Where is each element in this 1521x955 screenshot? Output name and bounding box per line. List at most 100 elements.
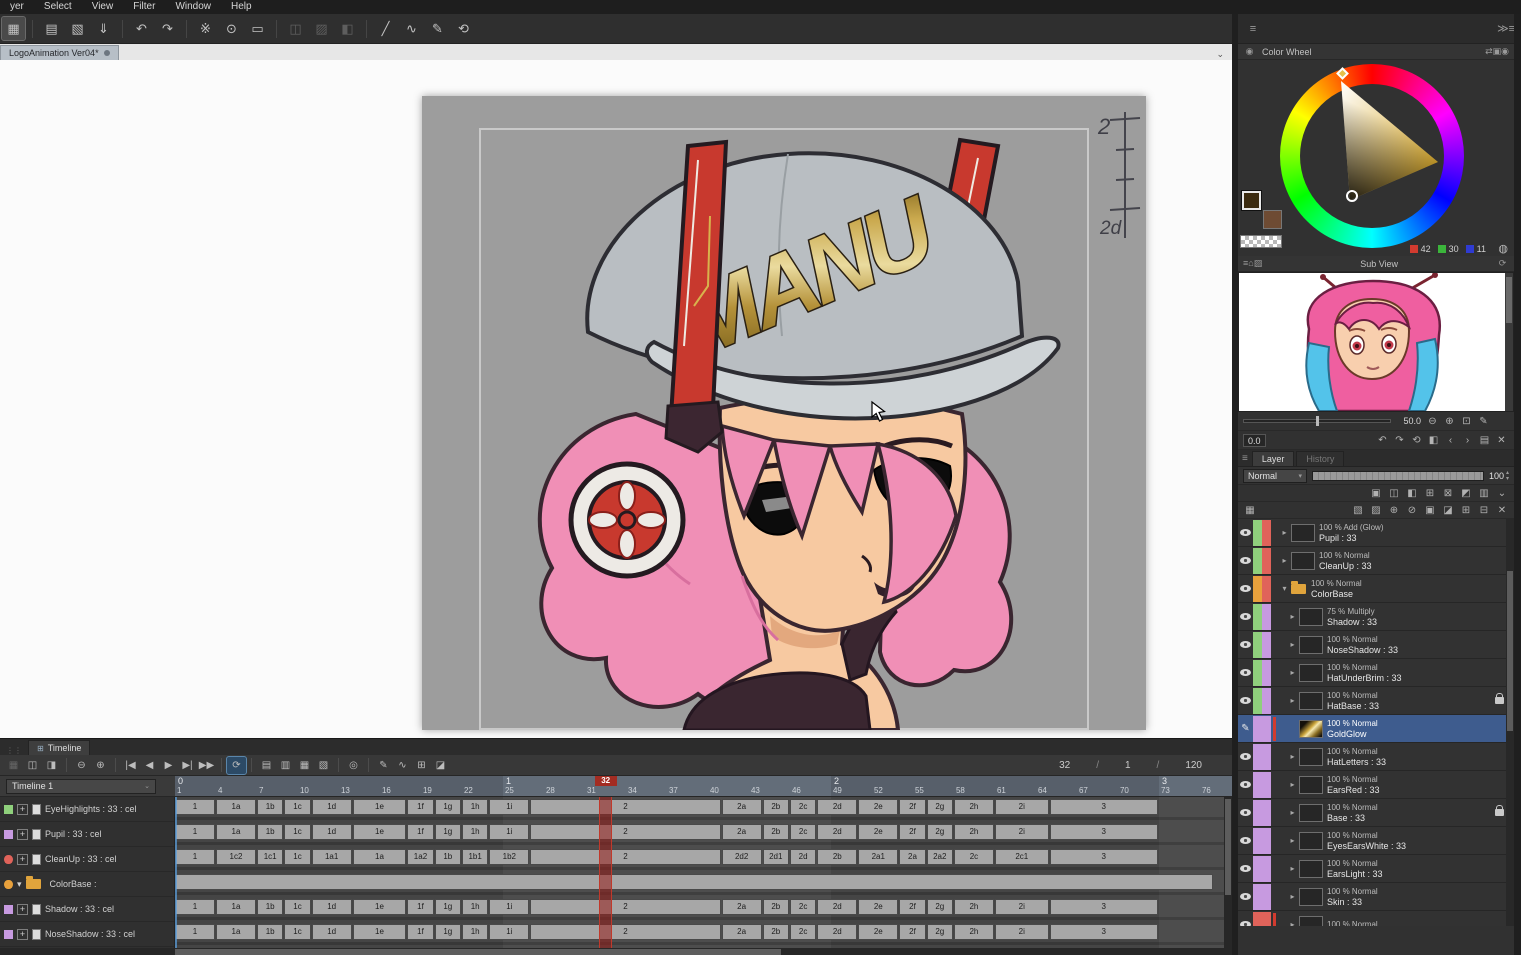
layer-row[interactable]: ▸ 100 % Normal EarsRed : 33 <box>1238 771 1514 799</box>
layer-visibility-eye-icon[interactable] <box>1238 557 1253 564</box>
track-expand-icon[interactable]: + <box>17 903 28 915</box>
timeline-cel[interactable]: 2d <box>817 899 858 915</box>
layer-tag-green[interactable] <box>1253 659 1262 686</box>
timeline-cel[interactable]: 2c <box>789 924 817 940</box>
two-pane-icon[interactable]: ⌄ <box>1494 486 1510 500</box>
timeline-cel[interactable]: 3 <box>1049 924 1158 940</box>
start-frame-value[interactable]: 1 <box>1125 760 1131 771</box>
timeline-ruler[interactable]: 0 1 2 3 1 4 7 10 13 16 19 22 25 28 31 34 37 40 43 46 49 52 55 5… <box>175 776 1232 797</box>
pattern-icon[interactable]: ▨ <box>1254 258 1263 268</box>
clip-to-layer-icon[interactable]: ▣ <box>1368 486 1384 500</box>
timeline-cel[interactable]: 1h <box>461 899 489 915</box>
undo-icon[interactable]: ↶ <box>130 17 153 40</box>
apply-mask-icon[interactable]: ⊞ <box>1458 503 1474 517</box>
tool-select-grid-icon[interactable]: ▦ <box>1 16 26 41</box>
layer-tag-purple[interactable] <box>1262 799 1271 826</box>
layer-expand-icon[interactable]: ▸ <box>1286 892 1299 901</box>
fill-icon[interactable]: ⊙ <box>220 17 243 40</box>
transparent-color-swatch[interactable] <box>1240 235 1282 248</box>
layer-tag-purple[interactable] <box>1262 687 1271 714</box>
layer-expand-icon[interactable]: ▸ <box>1286 864 1299 873</box>
go-to-start-icon[interactable]: |◀ <box>121 757 140 774</box>
curve-tool-icon[interactable]: ∿ <box>400 17 423 40</box>
timeline-cel[interactable]: 2c <box>953 849 994 865</box>
zoom-out-icon[interactable]: ⊖ <box>1425 414 1440 428</box>
zoom-slider[interactable] <box>1243 416 1391 426</box>
track-cells-row[interactable]: 11a1b1c1d1e1f1g1h1i22a2b2c2d2e2f2g2h2i3 <box>175 897 1232 922</box>
timeline-cel[interactable]: 1h <box>461 824 489 840</box>
layer-row[interactable]: ▸ 100 % Normal HatBase : 33 <box>1238 687 1514 715</box>
timeline-cel[interactable]: 2a <box>721 924 762 940</box>
rotate-left-icon[interactable]: ↶ <box>1375 433 1390 447</box>
layer-thumbnail[interactable] <box>1299 635 1323 654</box>
layer-thumbnail[interactable] <box>1299 915 1323 926</box>
timeline-cel[interactable]: 1b <box>256 899 284 915</box>
layer-panel-menu-icon[interactable]: ≡ <box>1242 453 1248 464</box>
timeline-cel[interactable]: 2b <box>817 849 858 865</box>
timeline-cel[interactable]: 1h <box>461 924 489 940</box>
timeline-zoom-out-icon[interactable]: ⊖ <box>72 757 91 774</box>
pen-tool-icon[interactable]: ✎ <box>426 17 449 40</box>
timeline-cel[interactable]: 2b <box>762 924 789 940</box>
layer-tag-purple[interactable] <box>1262 603 1271 630</box>
track-collapse-icon[interactable]: ▾ <box>17 879 22 890</box>
timeline-cel[interactable]: 2a1 <box>858 849 899 865</box>
layer-tag-purple[interactable] <box>1253 743 1262 770</box>
timeline-cel[interactable]: 1f <box>407 824 434 840</box>
menu-item-view[interactable]: View <box>82 0 124 14</box>
timeline-vertical-scrollbar[interactable] <box>1224 797 1232 948</box>
timeline-cel[interactable]: 1e <box>352 924 407 940</box>
track-expand-icon[interactable]: + <box>17 928 28 940</box>
timeline-cel[interactable]: 1i <box>489 899 530 915</box>
timeline-cel[interactable]: 1 <box>175 899 215 915</box>
timeline-cel[interactable]: 1 <box>175 924 215 940</box>
layer-tag-purple[interactable] <box>1262 883 1271 910</box>
timeline-cel[interactable]: 2 <box>530 899 721 915</box>
crop-frame-icon[interactable]: ▭ <box>246 17 269 40</box>
track-cells-row[interactable]: 11a1b1c1d1e1f1g1h1i22a2b2c2d2e2f2g2h2i3 <box>175 822 1232 847</box>
play-icon[interactable]: ▶ <box>159 757 178 774</box>
open-file-icon[interactable]: ▧ <box>66 17 89 40</box>
track-cells-row[interactable]: 11a1b1c1d1e1f1g1h1i22a2b2c2d2e2f2g2h2i3 <box>175 797 1232 822</box>
timeline-cel[interactable]: 1c1 <box>256 849 284 865</box>
layer-row[interactable]: ▾ 100 % Normal ColorBase <box>1238 575 1514 603</box>
track-name-colorbase[interactable]: ▾ ColorBase : <box>0 872 174 897</box>
expand-panel-icon[interactable]: ▣ <box>1493 46 1502 56</box>
layer-tag-purple[interactable] <box>1262 715 1271 742</box>
timeline-cel[interactable]: 1g <box>434 924 461 940</box>
delete-layer-icon[interactable]: ✕ <box>1494 503 1510 517</box>
timeline-cel[interactable]: 2i <box>994 924 1049 940</box>
track-cells-row[interactable] <box>175 872 1232 897</box>
fit-view-icon[interactable]: ⊡ <box>1459 414 1474 428</box>
layer-thumbnail[interactable] <box>1299 887 1323 906</box>
layer-tag-red[interactable] <box>1253 911 1262 926</box>
layer-tag-purple[interactable] <box>1253 855 1262 882</box>
track-expand-icon[interactable]: + <box>17 803 28 815</box>
layer-tag-purple[interactable] <box>1262 855 1271 882</box>
edit-pencil-icon[interactable]: ✎ <box>1238 723 1253 734</box>
snap-grid-icon[interactable]: ◧ <box>336 17 359 40</box>
ruler-range-icon[interactable]: ⊠ <box>1440 486 1456 500</box>
end-frame-value[interactable]: 120 <box>1185 760 1202 771</box>
layer-thumbnail[interactable] <box>1299 747 1323 766</box>
delete-view-icon[interactable]: ✕ <box>1494 433 1509 447</box>
timeline-cel[interactable]: 1a1 <box>311 849 352 865</box>
layer-visibility-eye-icon[interactable] <box>1238 529 1253 536</box>
loop-playback-icon[interactable]: ⟳ <box>226 755 247 775</box>
track-expand-icon[interactable]: + <box>17 828 28 840</box>
track-name-eyehighlights[interactable]: + EyeHighlights : 33 : cel <box>0 797 174 822</box>
layer-tag-purple[interactable] <box>1262 827 1271 854</box>
layer-visibility-eye-icon[interactable] <box>1238 697 1253 704</box>
timeline-cel[interactable]: 1b <box>256 824 284 840</box>
track-name-pupil[interactable]: + Pupil : 33 : cel <box>0 822 174 847</box>
layer-row[interactable]: ▸ 100 % Normal CleanUp : 33 <box>1238 547 1514 575</box>
layer-expand-icon[interactable]: ▸ <box>1286 668 1299 677</box>
light-table-icon[interactable]: ▧ <box>314 757 333 774</box>
timeline-cel[interactable]: 2a <box>721 899 762 915</box>
timeline-cel[interactable]: 1g <box>434 799 461 815</box>
layer-tag-purple[interactable] <box>1253 827 1262 854</box>
rotate-right-icon[interactable]: ↷ <box>1392 433 1407 447</box>
timeline-cel[interactable]: 1 <box>175 849 215 865</box>
layer-expand-icon[interactable]: ▸ <box>1286 808 1299 817</box>
timeline-cel[interactable]: 2 <box>530 924 721 940</box>
